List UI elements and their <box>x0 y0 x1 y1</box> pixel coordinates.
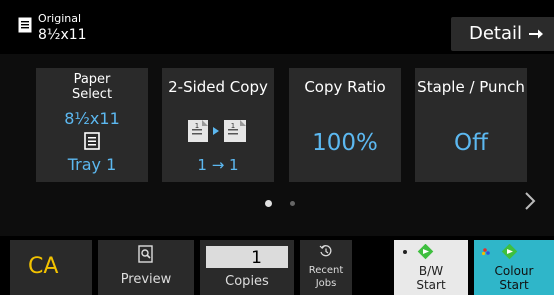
recent-jobs-button[interactable]: Recent Jobs <box>300 240 352 295</box>
history-icon <box>319 245 332 257</box>
paper-size-value: 8½x11 <box>64 109 120 128</box>
arrow-right-icon <box>529 29 543 39</box>
copies-button[interactable]: 1 Copies <box>200 240 294 295</box>
two-sided-value: 1 → 1 <box>197 156 239 174</box>
colour-label-line1: Colour <box>494 264 534 278</box>
original-label: Original <box>38 12 82 25</box>
colour-label-line2: Start <box>499 278 529 292</box>
copy-ratio-tile[interactable]: Copy Ratio 100% <box>289 68 401 182</box>
copy-ratio-value: 100% <box>312 130 378 156</box>
staple-punch-tile[interactable]: Staple / Punch Off <box>415 68 527 182</box>
tile-title: 2-Sided Copy <box>168 78 268 96</box>
preview-button[interactable]: Preview <box>98 240 194 295</box>
paper-select-tile[interactable]: Paper Select 8½x11 Tray 1 <box>36 68 148 182</box>
detail-button[interactable]: Detail <box>451 17 554 51</box>
copies-value: 1 <box>251 248 262 268</box>
chevron-right-icon[interactable] <box>524 191 536 211</box>
copies-input[interactable]: 1 <box>206 246 288 268</box>
page-dot <box>290 201 295 206</box>
detail-label: Detail <box>469 23 523 44</box>
clear-all-button[interactable]: CA <box>10 240 92 295</box>
bw-label-line2: Start <box>416 278 446 292</box>
two-sided-copy-tile[interactable]: 2-Sided Copy 1 1 1 → 1 <box>162 68 274 182</box>
bw-start-icon <box>403 244 434 260</box>
tile-title-line2: Select <box>71 87 113 102</box>
original-document-icon <box>18 17 32 33</box>
svg-text:1: 1 <box>195 122 199 130</box>
copies-label: Copies <box>225 274 269 289</box>
colour-start-icon <box>482 244 518 260</box>
page-dot-active <box>265 200 272 207</box>
recent-label-line2: Jobs <box>315 278 337 289</box>
bw-start-button[interactable]: B/W Start <box>394 240 468 295</box>
preview-label: Preview <box>120 272 172 287</box>
page-indicator <box>0 198 554 210</box>
paper-tray-icon <box>84 132 100 150</box>
recent-label-line1: Recent <box>308 265 344 276</box>
tile-title: Staple / Punch <box>417 78 525 96</box>
two-sided-copy-icon: 1 1 <box>188 120 246 142</box>
colour-start-button[interactable]: Colour Start <box>474 240 554 295</box>
svg-text:1: 1 <box>231 122 235 130</box>
bw-label-line1: B/W <box>418 264 444 278</box>
tray-value: Tray 1 <box>67 155 117 174</box>
original-size: 8½x11 <box>38 27 87 43</box>
tile-title: Copy Ratio <box>304 78 386 96</box>
tile-title-line1: Paper <box>73 72 111 87</box>
preview-icon <box>138 245 153 263</box>
ca-label: CA <box>28 254 59 279</box>
staple-punch-value: Off <box>454 130 488 156</box>
